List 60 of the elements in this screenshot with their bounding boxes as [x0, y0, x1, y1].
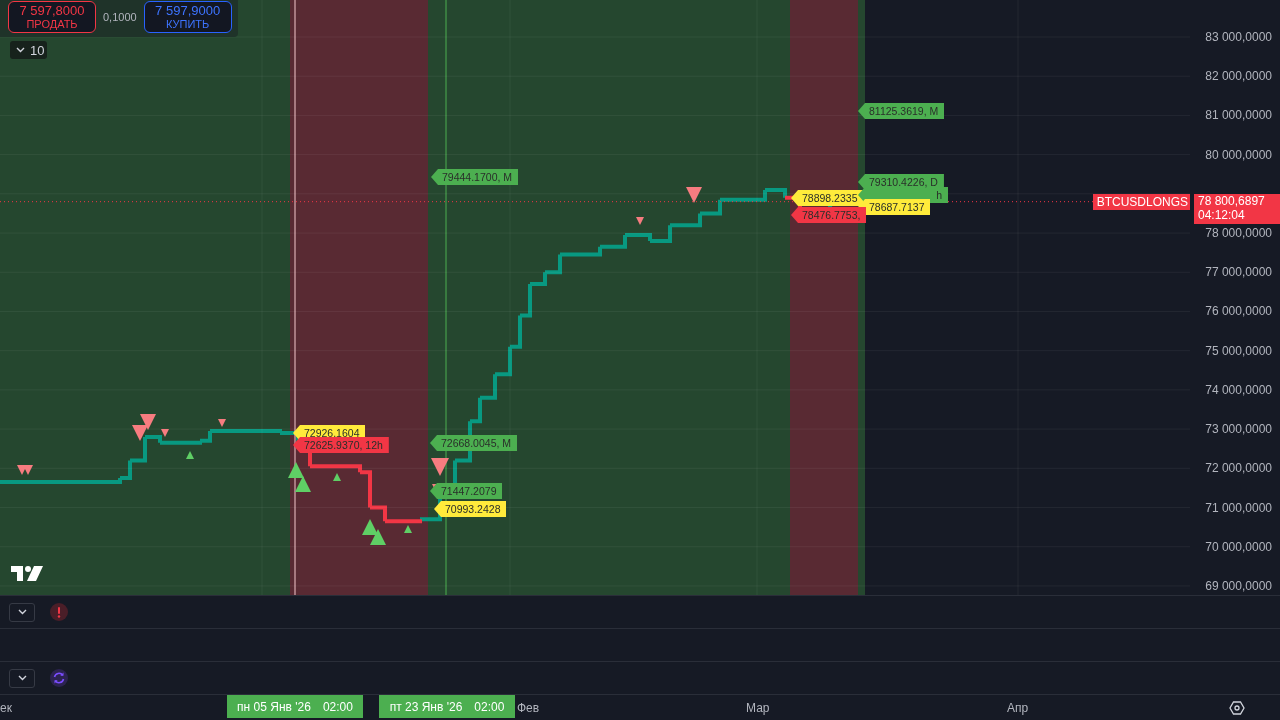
collapse-button[interactable]	[9, 668, 35, 688]
price-label: 83 000,0000	[1205, 29, 1272, 45]
price-label: 77 000,0000	[1205, 264, 1272, 281]
price-tag: 78898.2335	[791, 190, 864, 206]
interval-button[interactable]: 10	[10, 41, 48, 59]
triangle-down-icon	[431, 458, 449, 476]
price-tag: 81125.3619, M	[858, 103, 945, 119]
triangle-up-icon	[333, 473, 341, 481]
logo-icon	[11, 566, 43, 581]
settings-icon[interactable]	[1229, 700, 1245, 716]
collapse-button[interactable]	[9, 602, 35, 622]
last-price-value: 78 800,6897	[1198, 193, 1266, 208]
price-tag: 78687.7137	[858, 199, 931, 215]
chevron-down-icon	[17, 675, 27, 681]
triangle-up-icon	[404, 525, 412, 533]
price-tag: 72668.0045, M	[430, 435, 518, 451]
buy-button[interactable]: 7 597,9000 КУПИТЬ	[143, 1, 232, 33]
price-label: 75 000,0000	[1205, 342, 1272, 359]
price-tag: 78476.7753,	[791, 207, 867, 223]
price-label: 71 000,0000	[1205, 499, 1272, 516]
crosshair-time-label: пн 05 Янв '26 02:00	[227, 695, 363, 718]
price-label: 72 000,0000	[1205, 460, 1272, 477]
price-label: 73 000,0000	[1205, 421, 1272, 438]
triangle-down-icon	[686, 187, 702, 203]
time-label: Мар	[746, 701, 770, 715]
refresh-icon	[50, 669, 68, 687]
chevron-down-icon	[17, 609, 27, 615]
alert-icon	[50, 603, 68, 621]
sell-button[interactable]: 7 597,8000 ПРОДАТЬ	[8, 1, 96, 33]
time-label: ек	[0, 701, 12, 715]
triangle-up-icon	[362, 519, 378, 535]
time-label: Апр	[1007, 701, 1029, 715]
countdown-timer: 04:12:04	[1198, 207, 1246, 222]
triangle-down-icon	[161, 429, 169, 437]
price-tag: 72625.9370, 12h	[293, 437, 389, 453]
price-label: 80 000,0000	[1205, 146, 1272, 163]
price-label: 78 000,0000	[1205, 225, 1272, 242]
price-label: 70 000,0000	[1205, 538, 1272, 555]
crosshair-time-label: пт 23 Янв '26 02:00	[379, 695, 515, 718]
triangle-up-icon	[186, 451, 194, 459]
chevron-down-icon	[16, 47, 25, 53]
time-label: Фев	[517, 701, 540, 715]
triangle-up-icon	[288, 462, 304, 478]
price-tag: 79310.4226, D	[858, 174, 944, 190]
price-label: 74 000,0000	[1205, 381, 1272, 398]
spread-value: 0,1000	[103, 11, 137, 23]
triangle-down-icon	[218, 419, 226, 427]
price-label: 69 000,0000	[1205, 577, 1272, 594]
price-label: 82 000,0000	[1205, 68, 1272, 85]
price-tag: 79444.1700, M	[431, 169, 519, 185]
symbol-label: BTCUSDLONGS	[1092, 193, 1190, 210]
triangle-down-icon	[636, 217, 644, 225]
triangle-up-icon	[295, 476, 311, 492]
triangle-down-icon	[140, 414, 156, 430]
triangle-up-icon	[370, 529, 386, 545]
triangle-down-icon	[132, 425, 148, 441]
price-label: 76 000,0000	[1205, 303, 1272, 320]
price-label: 81 000,0000	[1205, 107, 1272, 124]
price-tag: 70993.2428	[434, 501, 507, 517]
price-tag: 71447.2079	[430, 483, 503, 499]
